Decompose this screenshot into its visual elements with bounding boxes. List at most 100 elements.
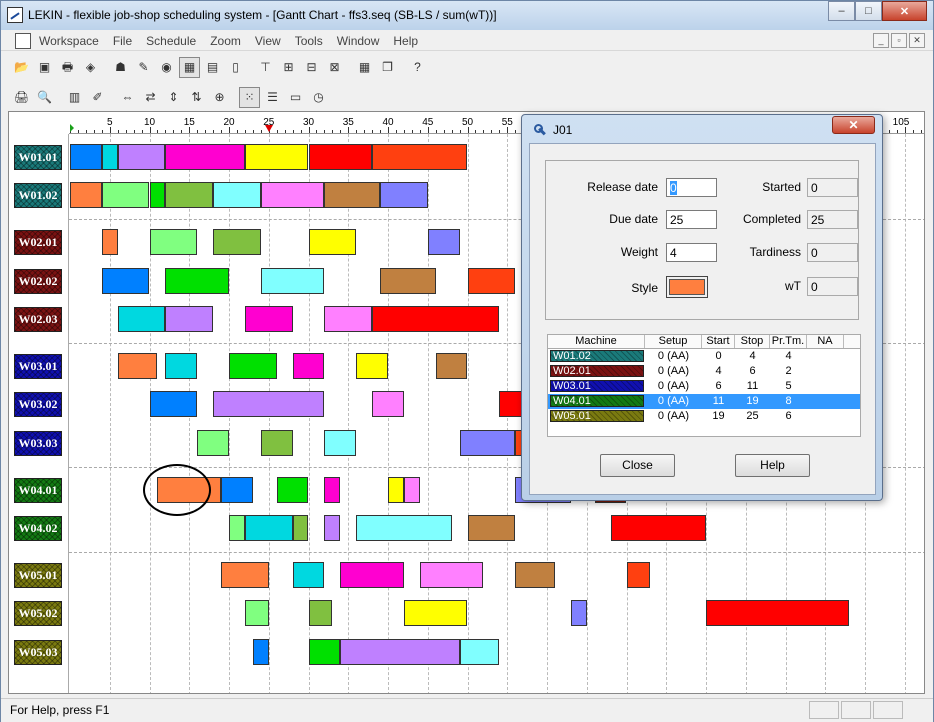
workstation-label-w04-02[interactable]: W04.02 bbox=[14, 516, 62, 541]
dialog-close-button[interactable]: ✕ bbox=[832, 116, 875, 134]
operation-block[interactable] bbox=[165, 144, 245, 170]
operation-block[interactable] bbox=[149, 182, 166, 208]
zoom-in-h-button[interactable]: ⇔ bbox=[117, 87, 138, 108]
help-button[interactable]: ? bbox=[407, 57, 428, 78]
operation-block[interactable] bbox=[101, 268, 150, 294]
workstation-label-w03-02[interactable]: W03.02 bbox=[14, 392, 62, 417]
operation-block[interactable] bbox=[117, 306, 166, 332]
windows-button[interactable]: ❐ bbox=[377, 57, 398, 78]
operation-block[interactable] bbox=[244, 144, 309, 170]
operation-block[interactable] bbox=[459, 430, 516, 456]
operation-block[interactable] bbox=[340, 562, 404, 588]
pen-button[interactable]: ✐ bbox=[87, 87, 108, 108]
operation-block[interactable] bbox=[515, 562, 555, 588]
workstation-label-w02-03[interactable]: W02.03 bbox=[14, 307, 62, 332]
open-button[interactable]: 📂 bbox=[11, 57, 32, 78]
zoom-out-h-button[interactable]: ⇄ bbox=[140, 87, 161, 108]
schedule2-button[interactable]: ⊞ bbox=[278, 57, 299, 78]
operation-block[interactable] bbox=[427, 229, 460, 255]
operation-block[interactable] bbox=[276, 477, 309, 503]
menu-help[interactable]: Help bbox=[393, 34, 418, 48]
jobs-button[interactable]: ☗ bbox=[110, 57, 131, 78]
maximize-button[interactable]: □ bbox=[855, 1, 882, 21]
doc-button[interactable]: ▯ bbox=[225, 57, 246, 78]
operation-block[interactable] bbox=[435, 353, 468, 379]
workstation-label-w01-02[interactable]: W01.02 bbox=[14, 183, 62, 208]
operation-block[interactable] bbox=[70, 182, 102, 208]
operation-block[interactable] bbox=[403, 477, 420, 503]
operation-block[interactable] bbox=[292, 562, 325, 588]
workstation-label-w03-03[interactable]: W03.03 bbox=[14, 431, 62, 456]
zoom-out-v-button[interactable]: ⇅ bbox=[186, 87, 207, 108]
operation-block[interactable] bbox=[229, 515, 245, 541]
operation-block[interactable] bbox=[324, 515, 341, 541]
operation-block[interactable] bbox=[356, 515, 452, 541]
help-button[interactable]: Help bbox=[735, 454, 810, 477]
operation-block[interactable] bbox=[308, 600, 333, 626]
operation-block[interactable] bbox=[467, 268, 516, 294]
document-icon[interactable] bbox=[15, 33, 31, 49]
schedule4-button[interactable]: ⊠ bbox=[324, 57, 345, 78]
operation-block[interactable] bbox=[221, 562, 269, 588]
table-row[interactable]: W01.02 0 (AA) 0 4 4 bbox=[548, 349, 860, 364]
operation-block[interactable] bbox=[324, 306, 373, 332]
operation-block[interactable] bbox=[340, 639, 460, 665]
menu-view[interactable]: View bbox=[255, 34, 281, 48]
operation-block[interactable] bbox=[101, 144, 118, 170]
table-row[interactable]: W03.01 0 (AA) 6 11 5 bbox=[548, 379, 860, 394]
operation-block[interactable] bbox=[260, 182, 325, 208]
operation-block[interactable] bbox=[380, 268, 436, 294]
operation-block[interactable] bbox=[626, 562, 651, 588]
operation-block[interactable] bbox=[324, 477, 341, 503]
operation-block[interactable] bbox=[213, 182, 261, 208]
globe-button[interactable]: ◉ bbox=[156, 57, 177, 78]
operation-block[interactable] bbox=[165, 353, 198, 379]
print-button[interactable]: 🖶 bbox=[57, 57, 78, 78]
diamond-button[interactable]: ◈ bbox=[80, 57, 101, 78]
copy-button[interactable]: ▣ bbox=[34, 57, 55, 78]
operation-block[interactable] bbox=[101, 229, 118, 255]
preview-button[interactable]: 🔍 bbox=[34, 87, 55, 108]
operation-block[interactable] bbox=[244, 306, 293, 332]
operation-block[interactable] bbox=[229, 353, 277, 379]
operation-block[interactable] bbox=[165, 306, 214, 332]
minimize-button[interactable]: – bbox=[828, 1, 855, 21]
workstation-label-w05-03[interactable]: W05.03 bbox=[14, 640, 62, 665]
release-date-input[interactable]: 0 bbox=[666, 178, 717, 197]
operation-block[interactable] bbox=[706, 600, 850, 626]
title-bar[interactable]: LEKIN - flexible job-shop scheduling sys… bbox=[1, 1, 933, 30]
chart-button[interactable]: ▤ bbox=[202, 57, 223, 78]
operation-block[interactable] bbox=[165, 268, 229, 294]
workstation-label-w01-01[interactable]: W01.01 bbox=[14, 145, 62, 170]
operation-block[interactable] bbox=[221, 477, 253, 503]
zoom-in-v-button[interactable]: ⇕ bbox=[163, 87, 184, 108]
menu-schedule[interactable]: Schedule bbox=[146, 34, 196, 48]
operation-block[interactable] bbox=[292, 353, 325, 379]
column-header-stop[interactable]: Stop bbox=[735, 335, 770, 348]
operation-block[interactable] bbox=[324, 182, 381, 208]
table-row[interactable]: W05.01 0 (AA) 19 25 6 bbox=[548, 409, 860, 424]
column-header-na[interactable]: NA bbox=[807, 335, 844, 348]
dots-button[interactable]: ⁙ bbox=[239, 86, 260, 108]
close-dialog-button[interactable]: Close bbox=[600, 454, 675, 477]
operation-block[interactable] bbox=[101, 182, 150, 208]
operation-block[interactable] bbox=[372, 391, 404, 417]
list-button[interactable]: ☰ bbox=[262, 87, 283, 108]
operation-block[interactable] bbox=[308, 144, 373, 170]
operation-block[interactable] bbox=[260, 268, 325, 294]
column-header-start[interactable]: Start bbox=[702, 335, 735, 348]
operation-block[interactable] bbox=[213, 229, 261, 255]
operation-block[interactable] bbox=[570, 600, 587, 626]
operation-block[interactable] bbox=[70, 144, 102, 170]
card-button[interactable]: ▭ bbox=[285, 87, 306, 108]
clock-button[interactable]: ◷ bbox=[308, 87, 329, 108]
wrench-button[interactable]: ✎ bbox=[133, 57, 154, 78]
table-row[interactable]: W04.01 0 (AA) 11 19 8 bbox=[548, 394, 860, 409]
operation-block[interactable] bbox=[372, 306, 500, 332]
printer-button[interactable]: 🖨 bbox=[11, 87, 32, 108]
menu-workspace[interactable]: Workspace bbox=[39, 34, 99, 48]
gantt-button[interactable]: ▦ bbox=[179, 56, 200, 78]
mdi-close-button[interactable]: ✕ bbox=[909, 33, 925, 48]
workstation-label-w02-02[interactable]: W02.02 bbox=[14, 269, 62, 294]
operations-table[interactable]: W01.02 0 (AA) 0 4 4 W02.01 0 (AA) 4 6 2 W03.01 0 (A… bbox=[547, 349, 861, 437]
